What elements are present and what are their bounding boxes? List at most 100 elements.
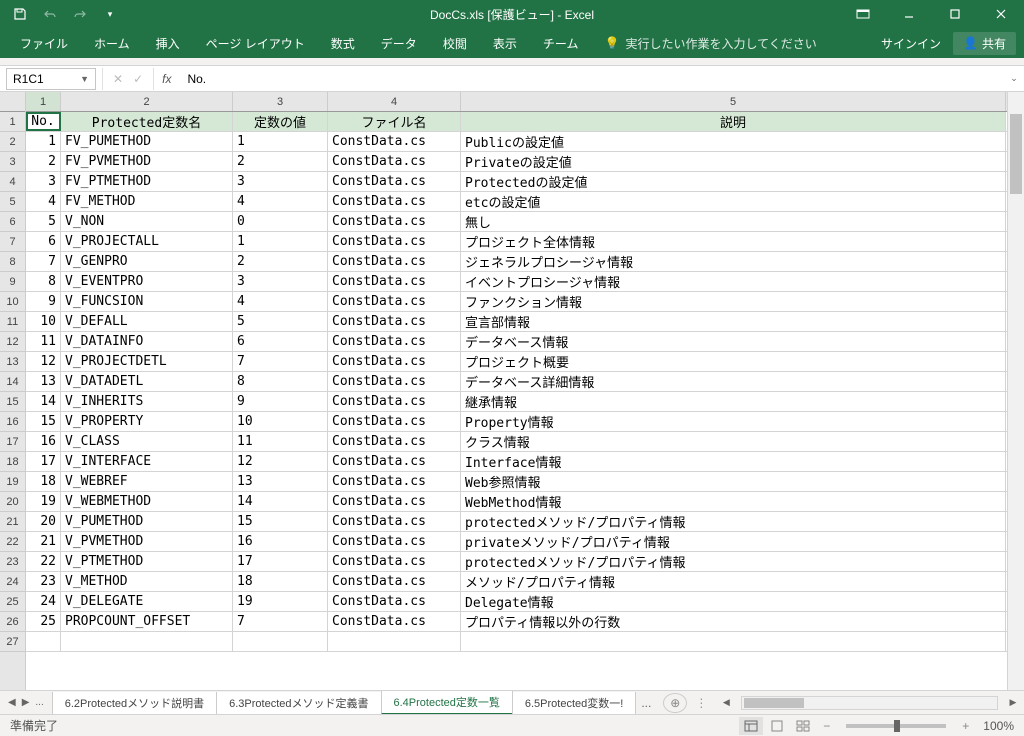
cell[interactable]: ConstData.cs — [328, 332, 461, 351]
cell[interactable]: 6 — [233, 332, 328, 351]
tab-data[interactable]: データ — [369, 28, 429, 58]
hscroll-right-icon[interactable]: ▶ — [1006, 696, 1020, 710]
cell[interactable]: ConstData.cs — [328, 492, 461, 511]
cell[interactable]: プロパティ情報以外の行数 — [461, 612, 1006, 631]
cancel-formula-icon[interactable]: ✕ — [113, 72, 123, 86]
cell[interactable]: 11 — [233, 432, 328, 451]
tab-review[interactable]: 校閲 — [431, 28, 479, 58]
sheet-tab[interactable]: 6.2Protectedメソッド説明書 — [52, 692, 217, 715]
col-header[interactable]: 2 — [61, 92, 233, 111]
cell[interactable]: データベース詳細情報 — [461, 372, 1006, 391]
tab-insert[interactable]: 挿入 — [144, 28, 192, 58]
tab-file[interactable]: ファイル — [8, 28, 80, 58]
cell[interactable]: etcの設定値 — [461, 192, 1006, 211]
cell[interactable]: クラス情報 — [461, 432, 1006, 451]
cell[interactable]: V_PROJECTALL — [61, 232, 233, 251]
cell[interactable]: 3 — [233, 172, 328, 191]
cell[interactable]: 22 — [26, 552, 61, 571]
cell[interactable]: FV_PTMETHOD — [61, 172, 233, 191]
cell[interactable]: ConstData.cs — [328, 572, 461, 591]
row-header[interactable]: 18 — [0, 452, 25, 472]
cell[interactable]: 16 — [26, 432, 61, 451]
cell[interactable]: V_CLASS — [61, 432, 233, 451]
cell[interactable]: WebMethod情報 — [461, 492, 1006, 511]
cell[interactable]: ConstData.cs — [328, 592, 461, 611]
cell[interactable]: 2 — [233, 152, 328, 171]
cell[interactable]: 15 — [233, 512, 328, 531]
tab-nav-next-icon[interactable]: ▶ — [22, 697, 30, 708]
table-header-cell[interactable]: No. — [26, 112, 61, 131]
tell-me-search[interactable]: 💡 実行したい作業を入力してください — [604, 35, 816, 52]
cell[interactable]: V_PUMETHOD — [61, 512, 233, 531]
table-header-cell[interactable]: 説明 — [461, 112, 1006, 131]
row-header[interactable]: 24 — [0, 572, 25, 592]
row-header[interactable]: 19 — [0, 472, 25, 492]
select-all-corner[interactable] — [0, 92, 25, 112]
close-button[interactable] — [978, 0, 1024, 28]
cell[interactable]: ConstData.cs — [328, 432, 461, 451]
signin-link[interactable]: サインイン — [881, 35, 941, 52]
zoom-in-button[interactable]: + — [962, 719, 969, 733]
cell[interactable]: 7 — [233, 352, 328, 371]
cell[interactable]: 4 — [233, 292, 328, 311]
cell[interactable]: ConstData.cs — [328, 552, 461, 571]
cell[interactable]: 1 — [233, 132, 328, 151]
cell[interactable]: V_INTERFACE — [61, 452, 233, 471]
tab-more[interactable]: ... — [635, 696, 657, 710]
tab-overflow[interactable]: ... — [35, 697, 43, 708]
cell[interactable]: 10 — [233, 412, 328, 431]
col-header[interactable]: 1 — [26, 92, 61, 111]
tab-page-layout[interactable]: ページ レイアウト — [194, 28, 317, 58]
cell[interactable]: ジェネラルプロシージャ情報 — [461, 252, 1006, 271]
cell[interactable]: 19 — [26, 492, 61, 511]
view-page-break-button[interactable] — [791, 717, 815, 735]
cell[interactable]: V_DATADETL — [61, 372, 233, 391]
cell[interactable]: データベース情報 — [461, 332, 1006, 351]
zoom-out-button[interactable]: − — [823, 719, 830, 733]
row-header[interactable]: 2 — [0, 132, 25, 152]
horizontal-scrollbar[interactable] — [741, 696, 998, 710]
cell[interactable]: 18 — [233, 572, 328, 591]
cell[interactable]: 14 — [233, 492, 328, 511]
row-header[interactable]: 21 — [0, 512, 25, 532]
cell[interactable]: 9 — [233, 392, 328, 411]
formula-input[interactable] — [179, 68, 1004, 90]
cell[interactable]: FV_METHOD — [61, 192, 233, 211]
cell[interactable]: 1 — [233, 232, 328, 251]
cell[interactable]: ConstData.cs — [328, 392, 461, 411]
row-header[interactable]: 11 — [0, 312, 25, 332]
cell[interactable]: ConstData.cs — [328, 452, 461, 471]
sheet-tab[interactable]: 6.5Protected変数一! — [512, 692, 636, 715]
row-header[interactable]: 6 — [0, 212, 25, 232]
cell[interactable]: V_EVENTPRO — [61, 272, 233, 291]
cell[interactable]: V_NON — [61, 212, 233, 231]
cell[interactable]: 14 — [26, 392, 61, 411]
cell[interactable]: 23 — [26, 572, 61, 591]
sheet-tab[interactable]: 6.4Protected定数一覧 — [381, 691, 513, 715]
cell[interactable]: V_DELEGATE — [61, 592, 233, 611]
view-normal-button[interactable] — [739, 717, 763, 735]
cell[interactable]: privateメソッド/プロパティ情報 — [461, 532, 1006, 551]
col-header[interactable]: 3 — [233, 92, 328, 111]
cell[interactable]: イベントプロシージャ情報 — [461, 272, 1006, 291]
cell[interactable] — [61, 632, 233, 651]
minimize-button[interactable] — [886, 0, 932, 28]
cell[interactable]: 7 — [233, 612, 328, 631]
zoom-level[interactable]: 100% — [983, 719, 1014, 733]
add-sheet-button[interactable]: ⊕ — [663, 693, 687, 713]
cell[interactable]: 0 — [233, 212, 328, 231]
row-header[interactable]: 27 — [0, 632, 25, 652]
cell[interactable]: PROPCOUNT_OFFSET — [61, 612, 233, 631]
row-header[interactable]: 15 — [0, 392, 25, 412]
tab-nav-prev-icon[interactable]: ◀ — [8, 697, 16, 708]
vertical-scrollbar[interactable] — [1007, 92, 1024, 690]
cell[interactable]: V_PROPERTY — [61, 412, 233, 431]
cell[interactable]: 13 — [233, 472, 328, 491]
cell[interactable]: ConstData.cs — [328, 472, 461, 491]
cell[interactable]: V_DATAINFO — [61, 332, 233, 351]
row-header[interactable]: 14 — [0, 372, 25, 392]
row-header[interactable]: 8 — [0, 252, 25, 272]
cell[interactable]: ConstData.cs — [328, 292, 461, 311]
cell[interactable] — [233, 632, 328, 651]
tab-formulas[interactable]: 数式 — [319, 28, 367, 58]
